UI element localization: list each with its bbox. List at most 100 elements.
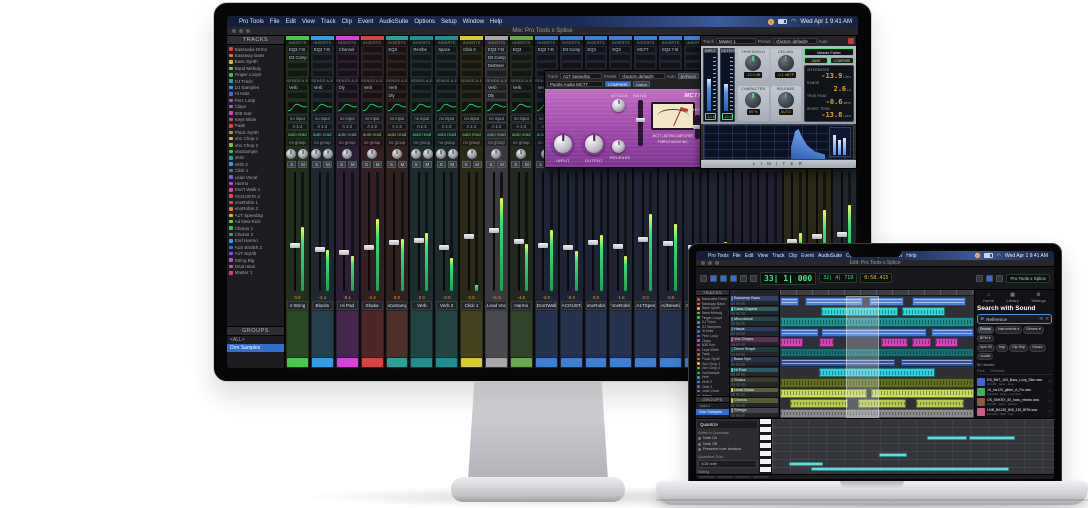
transport-rewind[interactable] [976, 275, 983, 282]
audio-clip[interactable] [912, 297, 966, 306]
rsm-button[interactable] [741, 383, 745, 386]
tag-chip[interactable]: trap [996, 344, 1008, 352]
group-assign[interactable]: no group [411, 139, 432, 146]
tag-chip[interactable]: House [1029, 344, 1045, 352]
fader-cap[interactable] [414, 238, 424, 243]
track-header-name[interactable]: Bass Syn [731, 357, 778, 362]
output-selector[interactable]: A 1-2 [312, 123, 333, 130]
channel-name[interactable]: A1TSpeedSp [635, 301, 656, 310]
send-slot[interactable]: Dly [387, 92, 408, 99]
channel-name[interactable]: Click 1 [461, 301, 482, 310]
mute-button[interactable]: M [423, 161, 432, 168]
eq-curve-thumbnail[interactable] [362, 101, 383, 114]
insert-slot[interactable]: · [561, 54, 582, 61]
fader-cap[interactable] [439, 245, 449, 250]
group-assign[interactable]: no group [486, 139, 507, 146]
rsm-button[interactable] [731, 332, 735, 335]
menu-help[interactable]: Help [906, 253, 916, 259]
insert-slot[interactable]: · [436, 54, 457, 61]
selection-counter[interactable]: 0:58.415 [860, 273, 892, 283]
filter-chip[interactable]: Drums [977, 326, 994, 334]
send-slot[interactable]: · [337, 92, 358, 99]
group-assign[interactable]: no group [436, 139, 457, 146]
insert-slot[interactable]: D3 Comp [287, 54, 308, 61]
insert-slot[interactable]: EQ3 [610, 46, 631, 53]
group-assign[interactable]: no group [387, 139, 408, 146]
insert-slot[interactable]: · [411, 70, 432, 77]
fader-cap[interactable] [837, 232, 847, 237]
fader-cap[interactable] [389, 240, 399, 245]
tag-chip[interactable]: bpm 90 [977, 344, 995, 352]
rsm-button[interactable] [731, 393, 735, 396]
limiter-knob-character[interactable]: CHARACTER50 % [738, 86, 769, 121]
rsm-button[interactable] [741, 322, 745, 325]
rsm-button[interactable] [736, 332, 740, 335]
comments-block[interactable] [511, 311, 532, 357]
insert-slot[interactable]: · [287, 70, 308, 77]
insert-slot[interactable]: · [337, 70, 358, 77]
plugin-selector[interactable]: Purple Audio MC77 [547, 81, 603, 87]
automation-mode[interactable]: auto read [436, 131, 457, 138]
audio-clip[interactable] [902, 307, 945, 316]
fader-cap[interactable] [315, 247, 325, 252]
mixer-strip[interactable]: INSERTS A-EEQ3···SENDS A-EVerbDlyno inpu… [386, 36, 410, 368]
insert-slot[interactable]: · [312, 62, 333, 69]
track-header-name[interactable]: Microtonal [731, 317, 778, 322]
insert-slot[interactable]: · [610, 62, 631, 69]
menu-help[interactable]: Help [490, 19, 502, 25]
menu-edit[interactable]: Edit [286, 19, 296, 25]
input-selector[interactable]: no input [511, 115, 532, 122]
insert-slot[interactable]: EQ3 [586, 46, 607, 53]
track-header[interactable]: Chorus [730, 398, 779, 408]
track-header[interactable]: Microtonal [730, 316, 779, 326]
knob[interactable] [778, 92, 794, 108]
audio-clip[interactable] [780, 338, 803, 347]
filter-chip[interactable]: Genres ▾ [1023, 326, 1044, 334]
knob[interactable] [778, 55, 794, 71]
menubar-clock[interactable]: Wed Apr 1 9:41 AM [800, 19, 852, 25]
send-slot[interactable]: Verb [486, 84, 507, 91]
track-header[interactable]: Harps [730, 327, 779, 337]
arrangement-area[interactable] [780, 290, 974, 418]
menu-file[interactable]: File [733, 253, 741, 259]
insert-slot[interactable]: · [387, 70, 408, 77]
rsm-button[interactable] [741, 302, 745, 305]
midi-note[interactable] [811, 467, 1008, 471]
channel-name[interactable]: 4 String [287, 301, 308, 310]
fader-cap[interactable] [638, 237, 648, 242]
audio-clip[interactable] [931, 328, 974, 337]
channel-name[interactable]: Shaka [362, 301, 383, 310]
input-selector[interactable]: no input [312, 115, 333, 122]
eq-curve-thumbnail[interactable] [486, 101, 507, 114]
edit-selection[interactable] [846, 296, 879, 418]
audio-clip[interactable] [780, 358, 896, 367]
send-slot[interactable]: · [461, 84, 482, 91]
send-slot[interactable]: · [287, 92, 308, 99]
send-slot[interactable]: · [411, 92, 432, 99]
rsm-button[interactable] [736, 322, 740, 325]
insert-slot[interactable]: · [660, 54, 681, 61]
main-counter[interactable]: 33| 1| 000 [760, 272, 816, 285]
sample-result-row[interactable]: JU_los120_glitter_A_Fm.wavbpm120 · keys … [977, 387, 1052, 396]
trim-tool[interactable] [710, 275, 717, 282]
fader-cap[interactable] [290, 243, 300, 248]
quantize-mode-select[interactable]: Quantize [698, 421, 757, 428]
insert-slot[interactable]: EQ3 7-B [287, 46, 308, 53]
rsm-button[interactable] [736, 312, 740, 315]
channel-name[interactable]: Lead Vocal [486, 301, 507, 310]
midi-note[interactable] [879, 453, 907, 457]
insert-slot[interactable]: · [511, 54, 532, 61]
rsm-button[interactable] [736, 404, 740, 407]
native-button[interactable]: Native [633, 81, 650, 87]
comments-block[interactable] [486, 311, 507, 357]
fader-cap[interactable] [489, 228, 499, 233]
rsm-button[interactable] [741, 404, 745, 407]
insert-slot[interactable]: EQ3 [511, 46, 532, 53]
output-selector[interactable]: A 1-2 [287, 123, 308, 130]
solo-button[interactable]: S [486, 161, 495, 168]
pan-knob[interactable] [467, 149, 477, 159]
group-list[interactable]: <ALL>Drm Samples [696, 403, 729, 415]
input-selector[interactable]: no input [436, 115, 457, 122]
track-list-item[interactable]: Bassway Bass [697, 302, 728, 307]
menu-edit[interactable]: Edit [745, 253, 754, 259]
